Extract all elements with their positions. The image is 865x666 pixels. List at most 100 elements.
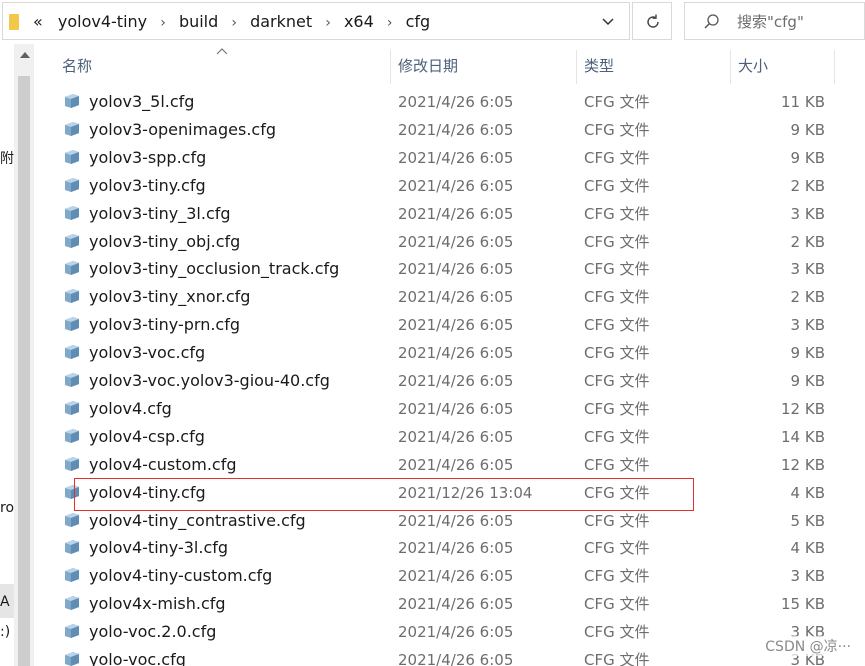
file-name[interactable]: yolov3-tiny_3l.cfg [89, 200, 231, 228]
file-row[interactable]: yolov3-voc.yolov3-giou-40.cfg 2021/4/26 6… [34, 367, 865, 395]
file-name[interactable]: yolov4-tiny-3l.cfg [89, 534, 228, 562]
file-name[interactable]: yolov3_5l.cfg [89, 88, 194, 116]
file-size: 11 KB [781, 93, 825, 111]
address-bar[interactable]: « yolov4-tiny › build › darknet › x64 › … [2, 2, 630, 40]
file-row[interactable]: yolov4-tiny-custom.cfg 2021/4/26 6:05 CFG … [34, 562, 865, 590]
file-row[interactable]: yolov3-openimages.cfg 2021/4/26 6:05 CFG 文… [34, 116, 865, 144]
breadcrumb-yolov4-tiny[interactable]: yolov4-tiny [58, 3, 147, 41]
file-row[interactable]: yolov3-tiny.cfg 2021/4/26 6:05 CFG 文件 2 KB [34, 172, 865, 200]
file-date: 2021/4/26 6:05 [398, 567, 514, 586]
file-type: CFG 文件 [584, 651, 650, 666]
breadcrumb-separator-icon[interactable]: › [325, 4, 331, 42]
cfg-file-icon [65, 512, 79, 527]
file-row[interactable]: yolov3-spp.cfg 2021/4/26 6:05 CFG 文件 9 KB [34, 144, 865, 172]
scroll-up-icon[interactable] [20, 52, 30, 58]
file-row[interactable]: yolov4-csp.cfg 2021/4/26 6:05 CFG 文件 14 KB [34, 423, 865, 451]
file-name[interactable]: yolo-voc.cfg [89, 646, 186, 666]
file-row[interactable]: yolov3-tiny_obj.cfg 2021/4/26 6:05 CFG 文件 2… [34, 228, 865, 256]
file-name[interactable]: yolov3-spp.cfg [89, 144, 206, 172]
scrollbar-thumb[interactable] [18, 76, 30, 666]
file-name[interactable]: yolov4-custom.cfg [89, 451, 237, 479]
file-name[interactable]: yolov3-openimages.cfg [89, 116, 276, 144]
file-size: 3 KB [790, 260, 825, 279]
file-row[interactable]: yolov3-tiny_occlusion_track.cfg 2021/4/26… [34, 255, 865, 283]
file-row[interactable]: yolov3-tiny_xnor.cfg 2021/4/26 6:05 CFG 文件… [34, 283, 865, 311]
breadcrumb-cfg[interactable]: cfg [406, 3, 431, 41]
file-row[interactable]: yolov3-voc.cfg 2021/4/26 6:05 CFG 文件 9 KB [34, 339, 865, 367]
file-size: 5 KB [790, 511, 825, 530]
file-name[interactable]: yolov4-csp.cfg [89, 423, 205, 451]
folder-icon [9, 14, 19, 30]
file-row[interactable]: yolo-voc.2.0.cfg 2021/4/26 6:05 CFG 文件 3 KB [34, 618, 865, 646]
breadcrumb-overflow[interactable]: « [33, 3, 43, 41]
file-type: CFG 文件 [584, 344, 650, 363]
file-name[interactable]: yolov3-tiny_occlusion_track.cfg [89, 255, 339, 283]
refresh-icon [647, 14, 659, 28]
file-row[interactable]: yolov4-tiny-3l.cfg 2021/4/26 6:05 CFG 文件 4 … [34, 534, 865, 562]
breadcrumb-separator-icon[interactable]: › [231, 4, 237, 42]
file-type: CFG 文件 [584, 372, 650, 390]
file-size: 2 KB [790, 232, 825, 251]
cfg-file-icon [65, 261, 79, 276]
file-name[interactable]: yolov3-tiny_obj.cfg [89, 228, 240, 256]
file-date: 2021/4/26 6:05 [398, 651, 514, 666]
file-date: 2021/4/26 6:05 [398, 372, 514, 390]
file-date: 2021/4/26 6:05 [398, 232, 514, 251]
file-date: 2021/4/26 6:05 [398, 455, 514, 474]
breadcrumb-darknet[interactable]: darknet [250, 3, 312, 41]
file-name[interactable]: yolov4.cfg [89, 395, 172, 423]
file-row[interactable]: yolov3-tiny_3l.cfg 2021/4/26 6:05 CFG 文件 3 … [34, 200, 865, 228]
nav-item-label[interactable]: A [0, 594, 10, 610]
breadcrumb-x64[interactable]: x64 [344, 3, 374, 41]
file-row[interactable]: yolov3_5l.cfg 2021/4/26 6:05 CFG 文件 11 KB [34, 88, 865, 116]
file-size: 12 KB [781, 455, 825, 474]
cfg-file-icon [65, 149, 79, 164]
file-name[interactable]: yolov4x-mish.cfg [89, 590, 226, 618]
refresh-button[interactable] [632, 2, 672, 40]
file-size: 14 KB [781, 427, 825, 446]
breadcrumb-build[interactable]: build [179, 3, 218, 41]
watermark: CSDN @凉··· [763, 636, 853, 656]
sort-ascending-icon [216, 48, 228, 55]
nav-scrollbar[interactable] [14, 44, 34, 666]
file-name[interactable]: yolov3-tiny-prn.cfg [89, 311, 240, 339]
file-row[interactable]: yolov4x-mish.cfg 2021/4/26 6:05 CFG 文件 15 K… [34, 590, 865, 618]
file-name[interactable]: yolov3-voc.cfg [89, 339, 205, 367]
breadcrumb-separator-icon[interactable]: › [387, 4, 393, 42]
file-date: 2021/4/26 6:05 [398, 288, 514, 307]
cfg-file-icon [65, 428, 79, 443]
nav-item-label[interactable]: 附 [0, 148, 14, 168]
file-type: CFG 文件 [584, 176, 650, 195]
cfg-file-icon [65, 373, 79, 387]
search-box[interactable]: 搜索"cfg" [684, 2, 865, 40]
file-row[interactable]: yolo-voc.cfg 2021/4/26 6:05 CFG 文件 3 KB [34, 646, 865, 666]
file-name[interactable]: yolov3-tiny_xnor.cfg [89, 283, 250, 311]
file-date: 2021/4/26 6:05 [398, 344, 514, 363]
file-type: CFG 文件 [584, 260, 650, 279]
file-row[interactable]: yolov4.cfg 2021/4/26 6:05 CFG 文件 12 KB [34, 395, 865, 423]
nav-item-label[interactable]: :) [0, 624, 10, 640]
file-name[interactable]: yolo-voc.2.0.cfg [89, 618, 216, 646]
cfg-file-icon [65, 94, 79, 108]
file-type: CFG 文件 [584, 427, 650, 446]
file-name[interactable]: yolov4-tiny-custom.cfg [89, 562, 272, 590]
nav-item-label[interactable]: ro [0, 500, 14, 516]
navigation-pane: 附 ro A :) [0, 44, 14, 666]
cfg-file-icon [65, 345, 79, 360]
chevron-down-icon[interactable] [601, 15, 615, 29]
file-row[interactable]: yolov4-custom.cfg 2021/4/26 6:05 CFG 文件 12 … [34, 451, 865, 479]
file-date: 2021/4/26 6:05 [398, 93, 514, 111]
search-input[interactable]: 搜索"cfg" [737, 3, 804, 41]
breadcrumb-separator-icon[interactable]: › [160, 4, 166, 42]
file-size: 3 KB [790, 204, 825, 223]
file-name[interactable]: yolov3-tiny.cfg [89, 172, 206, 200]
file-row[interactable]: yolov3-tiny-prn.cfg 2021/4/26 6:05 CFG 文件 3… [34, 311, 865, 339]
file-type: CFG 文件 [584, 567, 650, 586]
file-size: 3 KB [790, 316, 825, 335]
file-name[interactable]: yolov3-voc.yolov3-giou-40.cfg [89, 367, 330, 395]
file-date: 2021/4/26 6:05 [398, 176, 514, 195]
file-size: 12 KB [781, 399, 825, 418]
cfg-file-icon [65, 596, 79, 611]
file-type: CFG 文件 [584, 623, 650, 642]
file-type: CFG 文件 [584, 539, 650, 558]
